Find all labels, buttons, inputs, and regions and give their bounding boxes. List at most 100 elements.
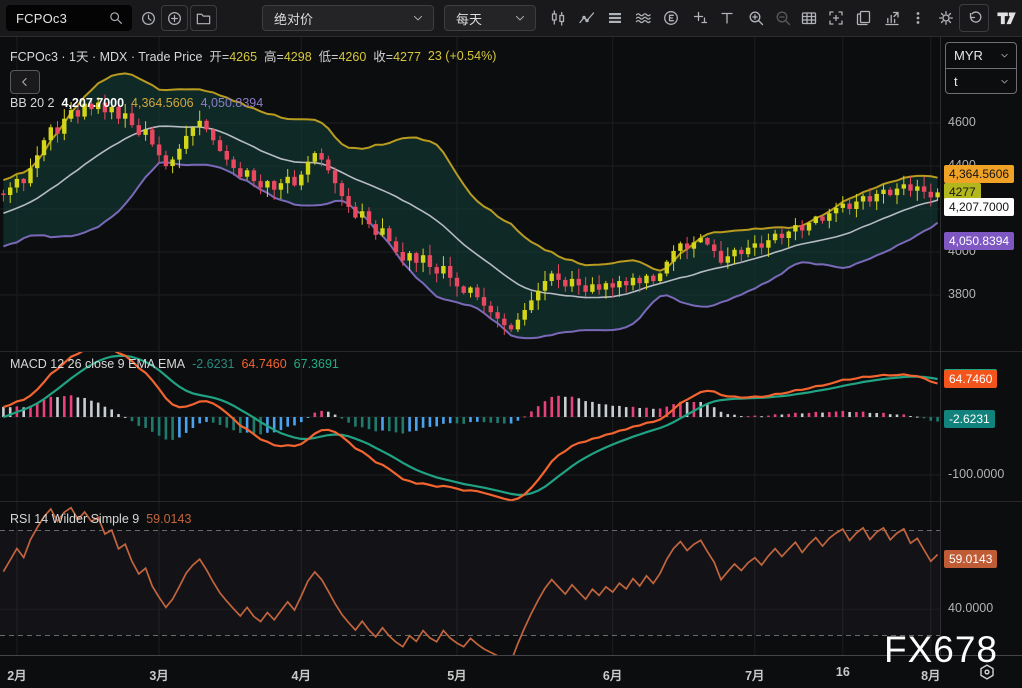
undo-icon <box>965 9 983 27</box>
bb-status-line[interactable]: BB 20 2 4,207.7000 4,364.5606 4,050.8394 <box>10 96 263 110</box>
events-button[interactable] <box>659 5 683 31</box>
symbol-search-input[interactable]: FCPOc3 <box>6 5 132 31</box>
open-value: 开=4265 <box>209 46 257 65</box>
text-tool-icon <box>718 9 736 27</box>
axis-tick: 40.0000 <box>948 601 993 615</box>
bar-chart-arrow-icon <box>883 9 901 27</box>
axis-tick: 3800 <box>948 287 976 301</box>
table-icon <box>800 9 818 27</box>
close-value: 收=4277 <box>373 46 421 65</box>
tradingview-logo[interactable] <box>993 5 1019 31</box>
macd-status-line[interactable]: MACD 12 26 close 9 EMA EMA -2.6231 64.74… <box>10 357 339 371</box>
symbol-text: FCPOc3 <box>16 11 67 26</box>
bb-basis-price-badge: 4,207.7000 <box>944 198 1014 216</box>
indicators-button[interactable] <box>575 5 599 31</box>
tradingview-logo-icon <box>995 7 1017 29</box>
unit-label: t <box>954 74 958 89</box>
axis-unit-box: MYR t <box>945 42 1017 94</box>
axis-settings-button[interactable] <box>977 662 997 687</box>
crosshair-plus-icon <box>691 9 709 27</box>
circled-e-icon <box>662 9 680 27</box>
pane-separator[interactable] <box>0 351 1022 352</box>
bb-basis-value: 4,207.7000 <box>61 96 124 110</box>
time-axis-label: 2月 <box>0 665 37 684</box>
bb-lower-price-badge: 4,050.8394 <box>944 232 1014 250</box>
currency-label: MYR <box>954 48 983 63</box>
search-icon <box>108 10 124 26</box>
macd-hist-value: -2.6231 <box>192 357 234 371</box>
hexagon-settings-icon <box>977 662 997 682</box>
time-axis-label: 6月 <box>593 665 633 684</box>
axis-tick: 4600 <box>948 115 976 129</box>
bar-replay-button[interactable] <box>136 5 160 31</box>
zoom-in-button[interactable] <box>744 5 768 31</box>
back-button[interactable] <box>10 70 40 94</box>
macd-pane[interactable] <box>0 352 941 502</box>
macd-signal-value: 67.3691 <box>294 357 339 371</box>
bb-lower-value: 4,050.8394 <box>201 96 264 110</box>
axis-tick: -100.0000 <box>948 467 1004 481</box>
chevron-down-icon <box>999 76 1010 87</box>
price-mode-dropdown[interactable]: 绝对价 <box>262 5 434 31</box>
main-price-pane[interactable] <box>0 36 941 352</box>
layers-icon <box>606 9 624 27</box>
chevron-down-icon <box>999 50 1010 61</box>
folder-icon <box>195 10 212 27</box>
low-value: 低=4260 <box>319 46 367 65</box>
bb-upper-price-badge: 4,364.5606 <box>944 165 1014 183</box>
add-alert-button[interactable] <box>688 5 712 31</box>
currency-dropdown[interactable]: MYR <box>946 43 1016 68</box>
top-toolbar: FCPOc3 绝对价 每天 <box>0 0 1022 37</box>
clock-icon <box>140 10 157 27</box>
rsi-status-line[interactable]: RSI 14 Wilder Simple 9 59.0143 <box>10 512 191 526</box>
price-axis[interactable]: MYR t 46004400400038004,364.560642774,20… <box>941 36 1022 655</box>
zoom-out-icon <box>774 9 792 27</box>
rsi-value: 59.0143 <box>146 512 191 526</box>
time-axis[interactable]: 2月3月4月5月6月7月168月 <box>0 655 1022 688</box>
snapshot-button[interactable] <box>824 5 848 31</box>
more-options-button[interactable] <box>908 5 928 31</box>
open-layout-button[interactable] <box>190 5 217 31</box>
candlestick-icon <box>549 9 567 27</box>
undo-button[interactable] <box>959 4 989 32</box>
publish-button[interactable] <box>852 5 876 31</box>
interval-label: 每天 <box>456 9 482 28</box>
rsi-label: RSI 14 Wilder Simple 9 <box>10 512 139 526</box>
export-chart-data-button[interactable] <box>880 5 904 31</box>
zoom-out-button[interactable] <box>771 5 795 31</box>
high-value: 高=4298 <box>264 46 312 65</box>
waves-icon <box>634 9 652 27</box>
data-window-button[interactable] <box>797 5 821 31</box>
text-tool-button[interactable] <box>715 5 739 31</box>
macd-hist-badge: -2.6231 <box>944 410 995 428</box>
indicators-icon <box>578 9 596 27</box>
interval-dropdown[interactable]: 每天 <box>444 5 536 31</box>
zoom-in-icon <box>747 9 765 27</box>
plus-circle-icon <box>166 10 183 27</box>
macd-line-badge: 64.7460 <box>944 370 997 388</box>
kebab-menu-icon <box>909 9 927 27</box>
time-axis-label: 16 <box>823 665 863 679</box>
unit-dropdown[interactable]: t <box>946 69 1016 94</box>
gear-icon <box>937 9 955 27</box>
trading-terminal: FCPOc3 绝对价 每天 <box>0 0 1022 688</box>
macd-label: MACD 12 26 close 9 EMA EMA <box>10 357 185 371</box>
price-mode-label: 绝对价 <box>274 9 313 28</box>
chart-settings-button[interactable] <box>934 5 958 31</box>
patterns-button[interactable] <box>631 5 655 31</box>
time-axis-label: 4月 <box>281 665 321 684</box>
time-axis-label: 7月 <box>735 665 775 684</box>
pane-separator[interactable] <box>0 501 1022 502</box>
bb-label: BB 20 2 <box>10 96 54 110</box>
indicator-templates-button[interactable] <box>603 5 627 31</box>
symbol-title[interactable]: FCPOc3 · 1天 · MDX · Trade Price <box>10 46 202 65</box>
bb-upper-value: 4,364.5606 <box>131 96 194 110</box>
chevron-down-icon <box>411 11 425 25</box>
macd-line-value: 64.7460 <box>241 357 286 371</box>
chart-style-button[interactable] <box>546 5 570 31</box>
rsi-value-badge: 59.0143 <box>944 550 997 568</box>
change-value: 23 (+0.54%) <box>428 49 496 63</box>
compare-add-button[interactable] <box>161 5 188 31</box>
time-axis-label: 3月 <box>139 665 179 684</box>
time-axis-label: 5月 <box>437 665 477 684</box>
